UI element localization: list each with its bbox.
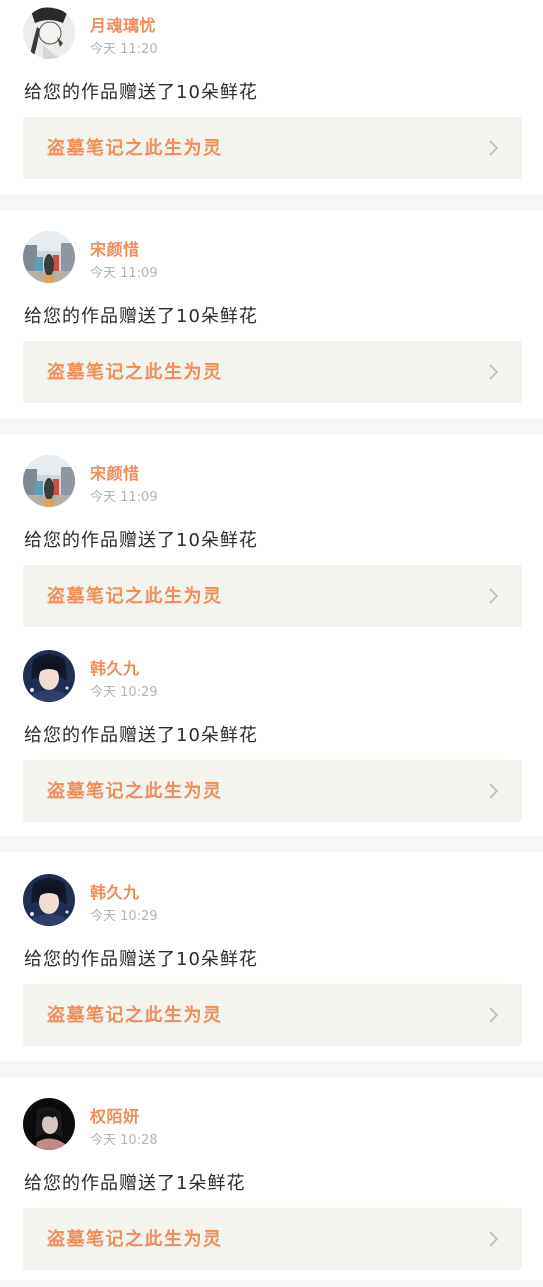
username[interactable]: 月魂璃忧 — [90, 12, 156, 36]
timestamp: 今天 10:29 — [90, 909, 158, 924]
avatar-dark-portrait-icon[interactable] — [23, 1098, 75, 1150]
gift-message: 给您的作品赠送了10朵鲜花 — [24, 949, 258, 970]
gift-message: 给您的作品赠送了1朵鲜花 — [24, 1173, 246, 1194]
timestamp: 今天 11:09 — [90, 490, 158, 505]
work-title: 盗墓笔记之此生为灵 — [47, 362, 223, 383]
avatar-portrait-man-icon[interactable] — [23, 874, 75, 926]
timestamp: 今天 11:20 — [90, 42, 158, 57]
work-title: 盗墓笔记之此生为灵 — [47, 1005, 223, 1026]
notification-item: 宋颜惜 今天 11:09 给您的作品赠送了10朵鲜花 盗墓笔记之此生为灵 — [0, 448, 543, 644]
work-link-card[interactable]: 盗墓笔记之此生为灵 — [23, 565, 522, 627]
work-link-card[interactable]: 盗墓笔记之此生为灵 — [23, 341, 522, 403]
work-link-card[interactable]: 盗墓笔记之此生为灵 — [23, 117, 522, 179]
timestamp: 今天 10:28 — [90, 1133, 158, 1148]
username[interactable]: 韩久九 — [90, 655, 140, 679]
username[interactable]: 韩久九 — [90, 879, 140, 903]
avatar-street-photo-icon[interactable] — [23, 231, 75, 283]
username[interactable]: 宋颜惜 — [90, 460, 140, 484]
chevron-right-icon — [489, 588, 498, 604]
avatar-sketch-girl-icon[interactable] — [23, 7, 75, 59]
chevron-right-icon — [489, 1007, 498, 1023]
notification-item: 权陌妍 今天 10:28 给您的作品赠送了1朵鲜花 盗墓笔记之此生为灵 — [0, 1091, 543, 1287]
work-title: 盗墓笔记之此生为灵 — [47, 586, 223, 607]
chevron-right-icon — [489, 1231, 498, 1247]
username[interactable]: 权陌妍 — [90, 1103, 140, 1127]
notification-list: 月魂璃忧 今天 11:20 给您的作品赠送了10朵鲜花 盗墓笔记之此生为灵 宋颜… — [0, 0, 543, 1280]
timestamp: 今天 10:29 — [90, 685, 158, 700]
gift-message: 给您的作品赠送了10朵鲜花 — [24, 725, 258, 746]
notification-item: 月魂璃忧 今天 11:20 给您的作品赠送了10朵鲜花 盗墓笔记之此生为灵 — [0, 0, 543, 196]
work-title: 盗墓笔记之此生为灵 — [47, 1229, 223, 1250]
username[interactable]: 宋颜惜 — [90, 236, 140, 260]
gift-message: 给您的作品赠送了10朵鲜花 — [24, 530, 258, 551]
avatar-portrait-man-icon[interactable] — [23, 650, 75, 702]
timestamp: 今天 11:09 — [90, 266, 158, 281]
notification-item: 韩久九 今天 10:29 给您的作品赠送了10朵鲜花 盗墓笔记之此生为灵 — [0, 643, 543, 839]
gift-message: 给您的作品赠送了10朵鲜花 — [24, 82, 258, 103]
notification-item: 韩久九 今天 10:29 给您的作品赠送了10朵鲜花 盗墓笔记之此生为灵 — [0, 867, 543, 1063]
chevron-right-icon — [489, 364, 498, 380]
work-title: 盗墓笔记之此生为灵 — [47, 781, 223, 802]
work-title: 盗墓笔记之此生为灵 — [47, 138, 223, 159]
work-link-card[interactable]: 盗墓笔记之此生为灵 — [23, 984, 522, 1046]
work-link-card[interactable]: 盗墓笔记之此生为灵 — [23, 1208, 522, 1270]
avatar-street-photo-icon[interactable] — [23, 455, 75, 507]
notification-item: 宋颜惜 今天 11:09 给您的作品赠送了10朵鲜花 盗墓笔记之此生为灵 — [0, 224, 543, 420]
chevron-right-icon — [489, 140, 498, 156]
chevron-right-icon — [489, 783, 498, 799]
work-link-card[interactable]: 盗墓笔记之此生为灵 — [23, 760, 522, 822]
gift-message: 给您的作品赠送了10朵鲜花 — [24, 306, 258, 327]
